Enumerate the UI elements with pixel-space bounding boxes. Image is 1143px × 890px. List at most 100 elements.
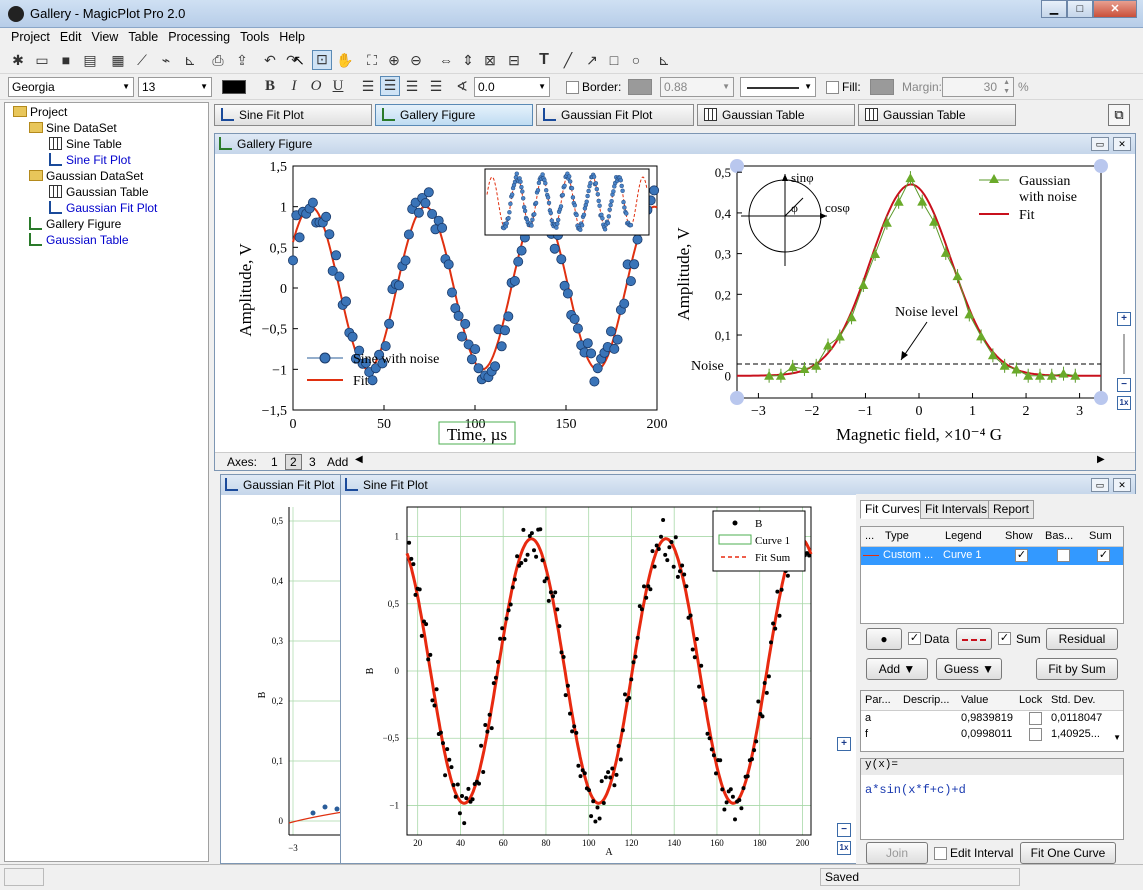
fit-one-curve-button[interactable]: Fit One Curve [1020,842,1116,864]
tree-item-gallery-figure[interactable]: Gallery Figure [29,217,121,231]
tab-fit-intervals[interactable]: Fit Intervals [920,500,993,519]
fit-x-icon[interactable]: ⇔ [438,52,454,68]
zoom-select-icon[interactable]: ⊡ [312,50,332,70]
tree-item-project[interactable]: Project [13,105,67,119]
data-marker-style[interactable]: ● [866,628,902,650]
new-fit-plot-icon[interactable]: ⌁ [158,52,174,68]
curve-row[interactable]: Custom ... Curve 1 ✓ ✓ [861,547,1123,565]
text-tool-icon[interactable]: T [536,52,552,68]
undo-icon[interactable]: ↶ [262,52,278,68]
formula-text[interactable]: a*sin(x*f+c)+d [865,783,966,797]
tab-gaussian-table-2[interactable]: Gaussian Table [858,104,1016,126]
guess-button[interactable]: Guess ▼ [936,658,1002,680]
border-width-combo[interactable]: 0.88 ▼ [660,77,734,97]
border-color-swatch[interactable] [628,79,652,95]
bold-button[interactable]: B [262,78,278,94]
fit-x-zoom-icon[interactable]: ⊠ [482,52,498,68]
tree-item-gaussian-table-2[interactable]: Gaussian Table [29,233,129,247]
axes-item-2[interactable]: 2 [285,454,302,470]
data-checkbox[interactable]: ✓ [908,632,921,645]
fill-color-swatch[interactable] [870,79,894,95]
axes-add-button[interactable]: Add [327,455,348,469]
zoom-out-button[interactable]: − [837,823,851,837]
zoom-in-icon[interactable]: ⊕ [386,52,402,68]
params-scroll-down-icon[interactable]: ▼ [1113,733,1121,742]
restore-window-icon[interactable]: ▭ [1091,478,1109,492]
tile-windows-icon[interactable]: ⧉ [1108,104,1130,126]
fit-all-icon[interactable]: ⛶ [364,52,380,68]
border-checkbox[interactable] [566,81,579,94]
curve-baseline-checkbox[interactable] [1057,549,1070,562]
gallery-canvas[interactable]: 1,510,50−0,5−1−1,5 0 50 100 150 200 Amplitud… [215,154,1135,452]
align-center-icon[interactable]: ☰ [380,76,400,96]
gaussian-plot-canvas[interactable]: 0,5 0,4 0,3 0,2 0,1 0 −3 B [221,495,349,863]
justify-icon[interactable]: ☰ [428,78,444,94]
zoom-out-icon[interactable]: ⊖ [408,52,424,68]
add-curve-button[interactable]: Add ▼ [866,658,928,680]
rectangle-tool-icon[interactable]: □ [606,52,622,68]
menu-project[interactable]: Project [6,28,55,46]
arrow-tool-icon[interactable]: ↗ [584,52,600,68]
angle-combo[interactable]: 0.0 ▼ [474,77,550,97]
fit-data-icon[interactable]: ⊟ [506,52,522,68]
zoom-reset-button[interactable]: 1x [837,841,851,855]
fit-by-sum-button[interactable]: Fit by Sum [1036,658,1118,680]
scroll-right-icon[interactable]: ▶ [1097,454,1105,465]
text-color-swatch[interactable] [222,80,246,94]
save-as-icon[interactable]: ▤ [82,52,98,68]
sum-line-style[interactable] [956,628,992,650]
print-icon[interactable]: ⎙ [210,52,226,68]
zoom-in-button[interactable]: + [837,737,851,751]
param-row[interactable]: a 0,9839819 0,0118047 [861,711,1123,727]
align-right-icon[interactable]: ☰ [404,78,420,94]
project-tree[interactable]: Project Sine DataSet Sine Table Sine Fit… [4,102,209,862]
tree-item-sine-table[interactable]: Sine Table [49,137,122,151]
font-family-combo[interactable]: Georgia ▼ [8,77,134,97]
residual-button[interactable]: Residual [1046,628,1118,650]
new-table-icon[interactable]: ▦ [110,52,126,68]
align-left-icon[interactable]: ☰ [360,78,376,94]
menu-help[interactable]: Help [274,28,310,46]
param-value[interactable]: 0,0998011 [961,728,1012,740]
menu-processing[interactable]: Processing [163,28,235,46]
line-tool-icon[interactable]: ╱ [560,52,576,68]
menu-view[interactable]: View [86,28,123,46]
tree-item-sine-fit-plot[interactable]: Sine Fit Plot [49,153,131,167]
restore-window-icon[interactable]: ▭ [1091,137,1109,151]
overline-button[interactable]: O [308,78,324,94]
close-window-icon[interactable]: ✕ [1113,137,1131,151]
fill-checkbox[interactable] [826,81,839,94]
new-figure-icon[interactable]: ⊾ [182,52,198,68]
curve-sum-checkbox[interactable]: ✓ [1097,549,1110,562]
tab-sine-fit-plot[interactable]: Sine Fit Plot [214,104,372,126]
scroll-left-icon[interactable]: ◀ [355,454,363,465]
tab-gallery-figure[interactable]: Gallery Figure [375,104,533,126]
maximize-button[interactable]: □ [1067,0,1093,18]
sine-plot-canvas[interactable]: 1 0,5 0 −0,5 −1 20 40 60 80 100 120 140 160 180 200 B… [341,495,857,863]
pointer-icon[interactable]: ↖ [291,52,307,68]
join-button[interactable]: Join [866,842,928,864]
tree-item-gaussian-dataset[interactable]: Gaussian DataSet [29,169,143,183]
axes-item-3[interactable]: 3 [309,455,316,469]
param-value[interactable]: 0,9839819 [961,712,1013,724]
edit-interval-checkbox[interactable] [934,847,947,860]
font-size-combo[interactable]: 13 ▼ [138,77,212,97]
zoom-slider-track[interactable] [1123,334,1125,374]
zoom-reset-button[interactable]: 1x [1117,396,1131,410]
save-icon[interactable]: ■ [58,52,74,68]
curve-show-checkbox[interactable]: ✓ [1015,549,1028,562]
tab-gaussian-table[interactable]: Gaussian Table [697,104,855,126]
export-icon[interactable]: ⇪ [234,52,250,68]
tree-item-sine-dataset[interactable]: Sine DataSet [29,121,117,135]
ellipse-tool-icon[interactable]: ○ [628,52,644,68]
menu-tools[interactable]: Tools [235,28,274,46]
menu-table[interactable]: Table [123,28,163,46]
sum-checkbox[interactable]: ✓ [998,632,1011,645]
tree-item-gaussian-table[interactable]: Gaussian Table [49,185,149,199]
minimize-button[interactable]: ▁ [1041,0,1067,18]
tab-report[interactable]: Report [988,500,1035,519]
menu-edit[interactable]: Edit [55,28,87,46]
formula-editor[interactable]: y(x)= a*sin(x*f+c)+d [860,758,1124,840]
margin-spinner[interactable]: 30 ▲ ▼ [942,77,1014,97]
tab-fit-curves[interactable]: Fit Curves [860,500,925,519]
